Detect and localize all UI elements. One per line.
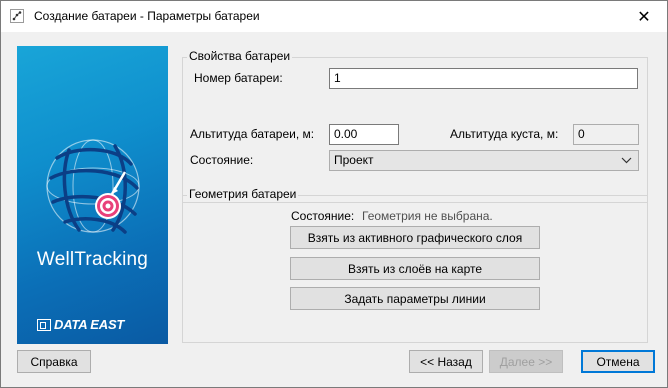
geometry-state-value: Геометрия не выбрана.	[362, 209, 493, 223]
close-icon: ✕	[637, 8, 651, 26]
take-from-map-layers-button[interactable]: Взять из слоёв на карте	[290, 257, 540, 280]
cluster-altitude-label: Альтитуда куста, м:	[450, 127, 559, 141]
cancel-button[interactable]: Отмена	[581, 350, 655, 373]
cluster-altitude-field: 0	[573, 124, 639, 145]
battery-altitude-field[interactable]: 0.00	[329, 124, 399, 145]
geometry-state-label: Состояние:	[291, 209, 355, 223]
set-line-params-button[interactable]: Задать параметры линии	[290, 287, 540, 310]
vendor-name: DATA EAST	[54, 317, 125, 332]
data-east-icon	[37, 318, 51, 331]
title-bar: Создание батареи - Параметры батареи ✕	[1, 1, 667, 32]
battery-state-value: Проект	[334, 153, 374, 167]
app-icon	[10, 9, 24, 23]
dialog-window: Создание батареи - Параметры батареи ✕ W…	[0, 0, 668, 388]
next-button[interactable]: Далее >>	[489, 350, 563, 373]
chevron-down-icon	[621, 157, 632, 164]
battery-number-label: Номер батареи:	[194, 71, 283, 85]
help-button[interactable]: Справка	[17, 350, 91, 373]
battery-state-select[interactable]: Проект	[329, 150, 639, 171]
battery-altitude-label: Альтитуда батареи, м:	[190, 127, 315, 141]
battery-number-field[interactable]: 1	[329, 68, 638, 89]
window-title: Создание батареи - Параметры батареи	[34, 9, 260, 23]
take-from-active-layer-button[interactable]: Взять из активного графического слоя	[290, 226, 540, 249]
battery-properties-group-label: Свойства батареи	[187, 49, 293, 63]
welltracking-banner: WellTracking DATA EAST	[17, 46, 168, 344]
globe-logo-icon	[46, 139, 140, 234]
vendor-logo: DATA EAST	[37, 317, 124, 332]
brand-name: WellTracking	[36, 249, 149, 270]
close-button[interactable]: ✕	[621, 1, 667, 32]
dialog-body: WellTracking DATA EAST Свойства батареи …	[1, 32, 667, 387]
battery-geometry-group-label: Геометрия батареи	[187, 187, 299, 201]
battery-state-label: Состояние:	[190, 153, 254, 167]
back-button[interactable]: << Назад	[409, 350, 483, 373]
